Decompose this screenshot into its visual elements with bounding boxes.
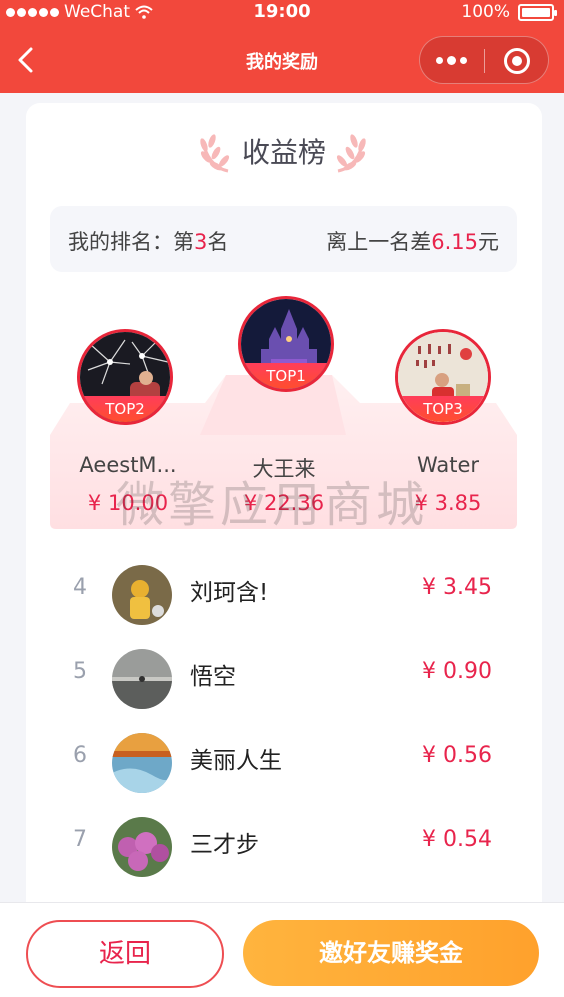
more-options-icon[interactable]	[436, 56, 467, 65]
list-item[interactable]: 7 三才步 ¥ 0.54	[26, 805, 542, 889]
back-button[interactable]: 返回	[26, 920, 224, 988]
top3-avatar[interactable]: TOP3	[395, 329, 491, 425]
bottom-action-bar: 返回 邀好友赚奖金	[0, 902, 564, 997]
list-avatar	[112, 649, 172, 709]
my-rank-text: 我的排名：第3名	[68, 226, 228, 256]
top2-avatar[interactable]: TOP2	[77, 329, 173, 425]
top3-name: Water	[416, 453, 480, 477]
battery-status: 100%	[461, 2, 557, 22]
close-mini-program-icon[interactable]	[504, 48, 530, 74]
list-item[interactable]: 4 刘珂含! ¥ 3.45	[26, 553, 542, 637]
gap-suffix: 元	[478, 230, 499, 254]
list-name: 三才步	[190, 832, 259, 858]
my-rank-suffix: 名	[207, 230, 229, 254]
top1-amount: ¥ 22.36	[243, 491, 325, 515]
top3-tag: TOP3	[398, 396, 488, 422]
mini-program-capsule	[419, 36, 549, 84]
list-name: 悟空	[190, 664, 236, 690]
gap-prefix: 离上一名差	[326, 230, 432, 254]
list-avatar	[112, 733, 172, 793]
battery-percent: 100%	[461, 2, 510, 22]
list-amount: ¥ 0.90	[422, 659, 492, 684]
list-name: 美丽人生	[190, 748, 282, 774]
board-title: 收益榜	[241, 136, 326, 169]
my-rank-panel: 我的排名：第3名 离上一名差6.15元	[50, 206, 517, 272]
gap-text: 离上一名差6.15元	[326, 226, 499, 256]
my-rank-prefix: 我的排名：第	[68, 230, 194, 254]
list-amount: ¥ 3.45	[422, 575, 492, 600]
list-item[interactable]: 6 美丽人生 ¥ 0.56	[26, 721, 542, 805]
list-avatar	[112, 565, 172, 625]
status-bar: WeChat 19:00 100%	[0, 0, 564, 26]
top2-tag: TOP2	[80, 396, 170, 422]
list-rank: 6	[73, 743, 87, 768]
top2-name: AeestM...	[79, 453, 177, 477]
battery-icon	[518, 3, 557, 21]
list-amount: ¥ 0.54	[422, 827, 492, 852]
top1-avatar[interactable]: TOP1	[238, 296, 334, 392]
list-rank: 4	[73, 575, 87, 600]
top2-amount: ¥ 10.00	[87, 491, 169, 515]
nav-bar: 我的奖励	[0, 26, 564, 93]
list-item[interactable]: 5 悟空 ¥ 0.90	[26, 637, 542, 721]
my-rank-number: 3	[194, 230, 208, 254]
list-rank: 5	[73, 659, 87, 684]
top3-amount: ¥ 3.85	[414, 491, 482, 515]
invite-friends-button[interactable]: 邀好友赚奖金	[243, 920, 539, 986]
top1-tag: TOP1	[241, 363, 331, 389]
top1-name: 大王来	[252, 457, 316, 481]
gap-amount: 6.15	[431, 230, 478, 254]
list-amount: ¥ 0.56	[422, 743, 492, 768]
list-rank: 7	[73, 827, 87, 852]
list-name: 刘珂含!	[190, 580, 269, 606]
capsule-divider	[484, 49, 485, 73]
list-avatar	[112, 817, 172, 877]
